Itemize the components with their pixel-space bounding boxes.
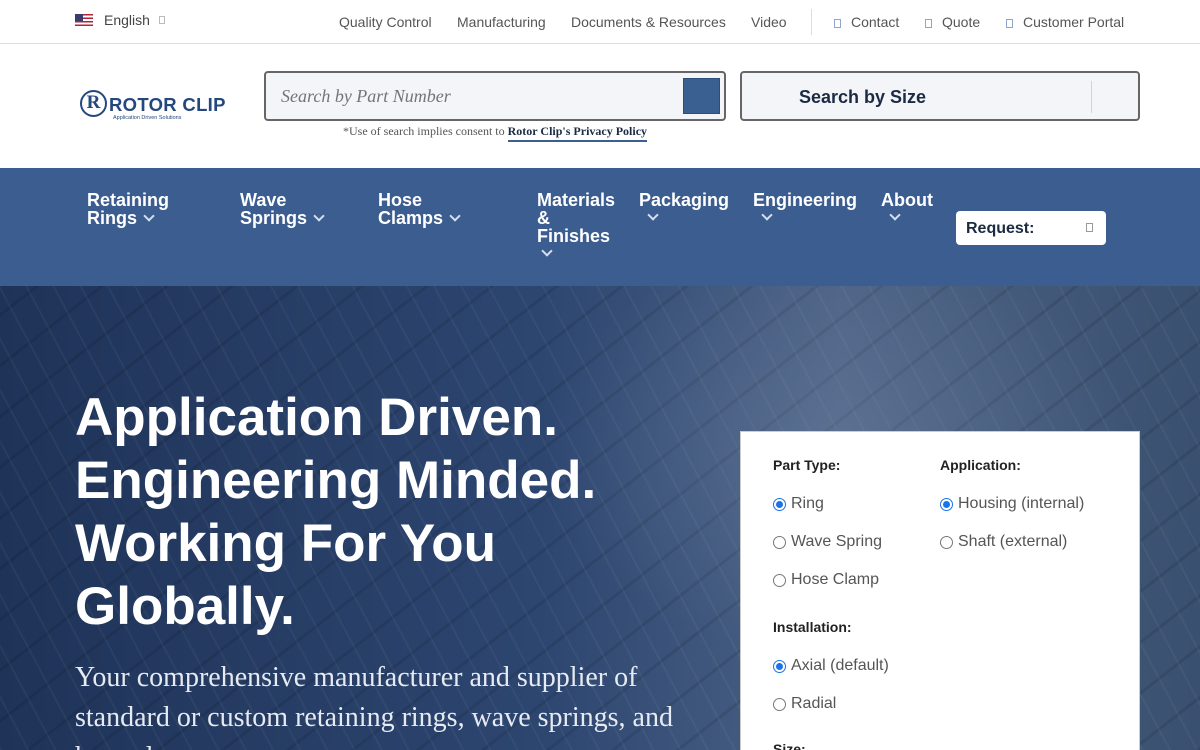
hero-title: Application Driven. Engineering Minded. … xyxy=(75,386,725,638)
nav-label: Materials & Finishes xyxy=(537,190,616,246)
part-type-heading: Part Type: xyxy=(773,457,841,473)
request-dropdown[interactable]: Request: xyxy=(956,211,1106,245)
link-documents-resources[interactable]: Documents & Resources xyxy=(571,14,726,30)
link-contact[interactable]: Contact xyxy=(834,14,899,30)
nav-materials-finishes[interactable]: Materials & Finishes xyxy=(537,190,627,257)
nav-wave-springs[interactable]: Wave Springs xyxy=(240,191,340,227)
radio-label: Shaft (external) xyxy=(958,533,1068,550)
nav-label: Hose Clamps xyxy=(378,190,444,228)
logo-mark: R xyxy=(80,90,107,117)
privacy-text: *Use of search implies consent to xyxy=(343,124,508,138)
nav-packaging[interactable]: Packaging xyxy=(639,190,739,221)
dropdown-icon xyxy=(1086,223,1093,232)
installation-heading: Installation: xyxy=(773,619,852,635)
radio-housing-internal[interactable]: Housing (internal) xyxy=(940,495,1084,513)
radio-button[interactable] xyxy=(940,497,953,511)
radio-label: Housing (internal) xyxy=(958,495,1085,512)
search-submit-button[interactable] xyxy=(683,78,720,114)
nav-retaining-rings[interactable]: Retaining Rings xyxy=(87,191,197,227)
privacy-policy-link[interactable]: Rotor Clip's Privacy Policy xyxy=(507,124,648,142)
application-heading: Application: xyxy=(940,457,1021,473)
utility-bar: English Quality Control Manufacturing Do… xyxy=(0,0,1200,44)
size-heading: Size: xyxy=(773,741,806,750)
radio-label: Axial (default) xyxy=(791,657,889,674)
nav-label: Retaining Rings xyxy=(87,190,170,228)
hero-section: Application Driven. Engineering Minded. … xyxy=(0,286,1200,750)
divider xyxy=(811,9,812,35)
chevron-down-icon xyxy=(143,210,155,222)
portal-label: Customer Portal xyxy=(1023,14,1125,30)
hero-title-line: Engineering Minded. xyxy=(75,451,597,510)
nav-label: About xyxy=(881,190,933,210)
nav-about[interactable]: About xyxy=(881,190,951,221)
radio-hose-clamp[interactable]: Hose Clamp xyxy=(773,571,879,589)
radio-button[interactable] xyxy=(773,659,786,673)
nav-hose-clamps[interactable]: Hose Clamps xyxy=(378,191,478,227)
portal-icon xyxy=(1006,19,1013,28)
radio-label: Ring xyxy=(791,495,824,512)
main-nav: Retaining Rings Wave Springs Hose Clamps… xyxy=(0,168,1200,286)
radio-ring[interactable]: Ring xyxy=(773,495,824,513)
quote-icon xyxy=(925,19,932,28)
radio-label: Radial xyxy=(791,695,837,712)
quote-label: Quote xyxy=(942,14,981,30)
link-quality-control[interactable]: Quality Control xyxy=(339,14,432,30)
radio-button[interactable] xyxy=(773,697,786,711)
radio-axial[interactable]: Axial (default) xyxy=(773,657,889,675)
nav-engineering[interactable]: Engineering xyxy=(753,190,868,221)
request-label: Request: xyxy=(966,220,1035,237)
chevron-down-icon xyxy=(647,209,659,221)
hero-title-line: Working For You xyxy=(75,514,497,573)
radio-button[interactable] xyxy=(940,535,953,549)
link-quote[interactable]: Quote xyxy=(925,14,980,30)
hero-title-line: Globally. xyxy=(75,577,295,636)
hero-subtitle: Your comprehensive manufacturer and supp… xyxy=(75,662,673,750)
radio-shaft-external[interactable]: Shaft (external) xyxy=(940,533,1067,551)
logo-wordmark: ROTOR CLIP xyxy=(109,94,226,115)
nav-label: Engineering xyxy=(753,190,858,210)
site-header: R ROTOR CLIP Application Driven Solution… xyxy=(0,44,1200,168)
chevron-down-icon xyxy=(541,245,553,257)
radio-button[interactable] xyxy=(773,573,786,587)
logo-tagline: Application Driven Solutions xyxy=(113,115,182,121)
privacy-note: *Use of search implies consent to Rotor … xyxy=(343,124,648,142)
radio-label: Hose Clamp xyxy=(791,571,880,588)
rotor-clip-logo[interactable]: R ROTOR CLIP Application Driven Solution… xyxy=(80,90,230,124)
part-number-input[interactable] xyxy=(281,86,671,107)
radio-label: Wave Spring xyxy=(791,533,882,550)
part-finder-panel: Part Type: Application: Ring Wave Spring… xyxy=(740,431,1140,750)
radio-button[interactable] xyxy=(773,535,786,549)
chevron-down-icon xyxy=(761,209,773,221)
search-by-size-dropdown[interactable]: Search by Size xyxy=(740,71,1140,121)
chevron-down-icon xyxy=(889,209,901,221)
divider xyxy=(1091,81,1092,113)
chevron-down-icon xyxy=(313,210,325,222)
radio-button[interactable] xyxy=(773,497,786,511)
link-customer-portal[interactable]: Customer Portal xyxy=(1006,14,1124,30)
link-manufacturing[interactable]: Manufacturing xyxy=(457,14,546,30)
contact-icon xyxy=(834,19,841,28)
nav-label: Packaging xyxy=(639,190,730,210)
chevron-down-icon xyxy=(449,210,461,222)
radio-wave-spring[interactable]: Wave Spring xyxy=(773,533,882,551)
utility-links: Quality Control Manufacturing Documents … xyxy=(0,0,1200,44)
link-video[interactable]: Video xyxy=(751,14,787,30)
nav-label: Wave Springs xyxy=(240,190,308,228)
radio-radial[interactable]: Radial xyxy=(773,695,836,713)
part-number-search xyxy=(264,71,726,121)
search-by-size-label: Search by Size xyxy=(799,87,927,107)
contact-label: Contact xyxy=(851,14,900,30)
hero-title-line: Application Driven. xyxy=(75,388,558,447)
